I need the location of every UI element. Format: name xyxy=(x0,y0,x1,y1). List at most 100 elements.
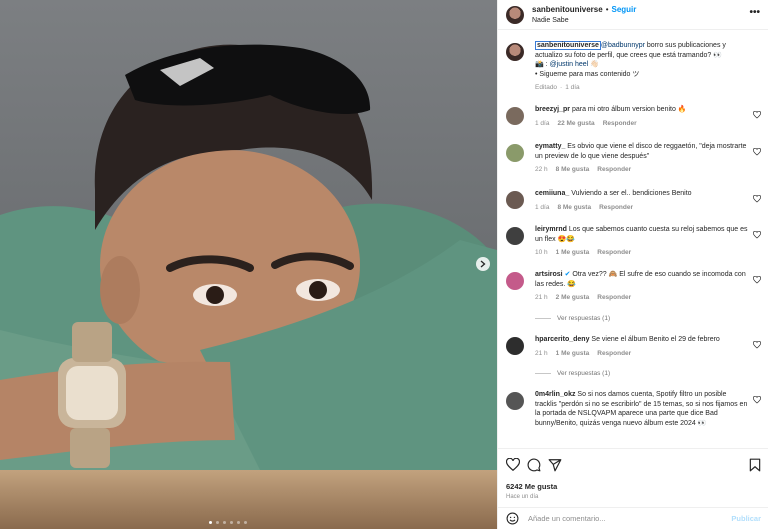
comment-username[interactable]: hparcerito_deny xyxy=(535,336,589,343)
audio-subtitle[interactable]: Nadie Sabe xyxy=(532,15,636,26)
comment-username[interactable]: 0m4rlin_okz xyxy=(535,391,575,398)
comment-time[interactable]: 10 h xyxy=(535,248,548,258)
chevron-right-icon xyxy=(480,260,486,268)
heart-icon[interactable] xyxy=(753,341,761,349)
comment-icon xyxy=(527,458,541,472)
comment-text: Se viene el álbum Benito el 29 de febrer… xyxy=(589,336,720,343)
more-options-icon[interactable]: ••• xyxy=(749,8,760,18)
comment-likes[interactable]: 1 Me gusta xyxy=(556,248,590,258)
caption-credit-mention[interactable]: @justin heel xyxy=(550,61,589,68)
caption-mention[interactable]: @badbunnypr xyxy=(601,42,645,49)
comment-item: breezyj_pr para mi otro álbum version be… xyxy=(506,105,761,128)
next-photo-button[interactable] xyxy=(476,257,490,271)
avatar[interactable] xyxy=(506,392,524,410)
reply-button[interactable]: Responder xyxy=(597,165,631,175)
reply-button[interactable]: Responder xyxy=(597,349,631,359)
view-replies-label: Ver respuestas (1) xyxy=(557,315,611,322)
reply-button[interactable]: Responder xyxy=(603,119,637,129)
likes-count[interactable]: 6242 Me gusta xyxy=(506,482,761,491)
heart-icon[interactable] xyxy=(753,111,761,119)
save-button[interactable] xyxy=(749,458,761,477)
comment-time[interactable]: 22 h xyxy=(535,165,548,175)
heart-icon[interactable] xyxy=(753,231,761,239)
photo-illustration xyxy=(0,0,497,529)
heart-icon[interactable] xyxy=(753,195,761,203)
comment-item: cemiiuna_ Vulviendo a ser el.. bendicion… xyxy=(506,189,761,212)
reply-button[interactable]: Responder xyxy=(597,248,631,258)
avatar[interactable] xyxy=(506,272,524,290)
share-button[interactable] xyxy=(548,458,562,472)
smiley-icon xyxy=(506,512,519,525)
post-photo[interactable] xyxy=(0,0,497,529)
carousel-dot xyxy=(216,521,219,524)
separator-dot: • xyxy=(605,4,609,14)
post-side-panel: sanbenitouniverse • Seguir Nadie Sabe ••… xyxy=(497,0,768,529)
publish-button[interactable]: Publicar xyxy=(731,514,761,523)
comment-list[interactable]: sanbenitouniverse @badbunnypr borro sus p… xyxy=(498,33,768,445)
reply-button[interactable]: Responder xyxy=(597,293,631,303)
carousel-dot xyxy=(230,521,233,524)
comment-item: eymatty_ Es obvio que viene el disco de … xyxy=(506,142,761,175)
comment-item: artsirosi ✔ Otra vez?? 🙈 El sufre de eso… xyxy=(506,270,761,303)
post-header: sanbenitouniverse • Seguir Nadie Sabe ••… xyxy=(498,0,768,30)
avatar[interactable] xyxy=(506,227,524,245)
carousel-dot xyxy=(209,521,212,524)
caption-credit-suffix: 👋🏻 xyxy=(588,61,599,68)
caption-username[interactable]: sanbenitouniverse xyxy=(535,41,601,50)
comment-likes[interactable]: 8 Me gusta xyxy=(557,203,591,213)
carousel-indicator xyxy=(209,521,247,524)
comment-time[interactable]: 21 h xyxy=(535,293,548,303)
comment-username[interactable]: eymatty_ xyxy=(535,143,565,150)
bookmark-icon xyxy=(749,458,761,472)
comment-time[interactable]: 1 día xyxy=(535,203,549,213)
view-replies-label: Ver respuestas (1) xyxy=(557,370,611,377)
comment-likes[interactable]: 1 Me gusta xyxy=(556,349,590,359)
heart-icon[interactable] xyxy=(753,148,761,156)
comment-input[interactable]: Añade un comentario... xyxy=(528,514,731,523)
comment-item: hparcerito_deny Se viene el álbum Benito… xyxy=(506,335,761,358)
comment-likes[interactable]: 8 Me gusta xyxy=(556,165,590,175)
heart-icon xyxy=(506,458,520,472)
avatar[interactable] xyxy=(506,144,524,162)
comment-text: Vulviendo a ser el.. bendiciones Benito xyxy=(569,190,692,197)
emoji-button[interactable] xyxy=(506,512,519,525)
comment-button[interactable] xyxy=(527,458,541,472)
heart-icon[interactable] xyxy=(753,276,761,284)
comment-time[interactable]: 1 día xyxy=(535,119,549,129)
comment-likes[interactable]: 22 Me gusta xyxy=(557,119,594,129)
caption-time[interactable]: 1 día xyxy=(565,83,579,93)
comment-username[interactable]: leirymrnd xyxy=(535,226,567,233)
avatar[interactable] xyxy=(506,191,524,209)
send-icon xyxy=(548,459,562,472)
comment-text: Los que sabemos cuanto cuesta su reloj s… xyxy=(535,226,748,243)
separator-dot: · xyxy=(560,84,563,91)
heart-icon[interactable] xyxy=(753,396,761,404)
caption-follow-line: • Siguеme para mas contenido ツ xyxy=(535,70,640,78)
avatar[interactable] xyxy=(506,43,524,61)
comment-likes[interactable]: 2 Me gusta xyxy=(556,293,590,303)
view-replies-button[interactable]: Ver respuestas (1) xyxy=(535,370,610,377)
carousel-dot xyxy=(244,521,247,524)
header-username[interactable]: sanbenitouniverse xyxy=(532,4,603,15)
like-button[interactable] xyxy=(506,458,520,472)
post-actions: 6242 Me gusta Hace un día xyxy=(498,448,768,500)
carousel-dot xyxy=(237,521,240,524)
avatar[interactable] xyxy=(506,107,524,125)
comment-username[interactable]: cemiiuna_ xyxy=(535,190,569,197)
comment-time[interactable]: 21 h xyxy=(535,349,548,359)
caption: sanbenitouniverse @badbunnypr borro sus p… xyxy=(506,41,761,93)
comment-username[interactable]: artsirosi xyxy=(535,271,563,278)
reply-button[interactable]: Responder xyxy=(599,203,633,213)
comment-item: 0m4rlin_okz So si nos damos cuenta, Spot… xyxy=(506,390,761,428)
edited-label: Editado xyxy=(535,84,558,91)
avatar[interactable] xyxy=(506,5,524,24)
comment-text: Es obvio que viene el disco de reggaetón… xyxy=(535,143,747,160)
comment-item: leirymrnd Los que sabemos cuanto cuesta … xyxy=(506,225,761,258)
post-time[interactable]: Hace un día xyxy=(506,494,761,500)
comment-username[interactable]: breezyj_pr xyxy=(535,106,570,113)
avatar[interactable] xyxy=(506,337,524,355)
view-replies-button[interactable]: Ver respuestas (1) xyxy=(535,315,610,322)
follow-button[interactable]: Seguir xyxy=(612,4,637,15)
caption-credit-prefix: 📸 : xyxy=(535,61,550,68)
replies-divider xyxy=(535,318,551,319)
